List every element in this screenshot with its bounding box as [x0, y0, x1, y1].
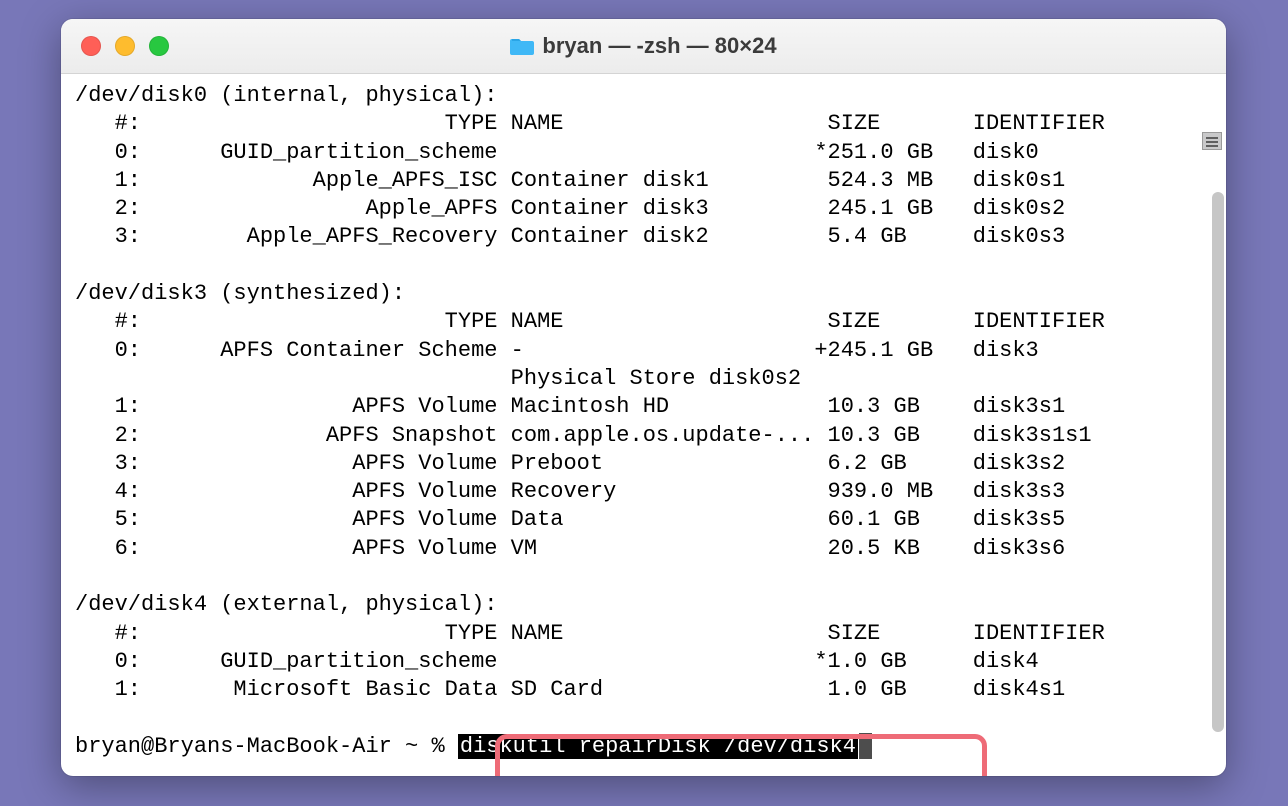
table-row: 2: APFS Snapshot com.apple.os.update-...… — [75, 423, 1092, 448]
table-row: 3: Apple_APFS_Recovery Container disk2 5… — [75, 224, 1065, 249]
table-row: 1: Microsoft Basic Data SD Card 1.0 GB d… — [75, 677, 1065, 702]
disk4-header: /dev/disk4 (external, physical): — [75, 592, 497, 617]
disk3-header: /dev/disk3 (synthesized): — [75, 281, 405, 306]
window-title: bryan — -zsh — 80×24 — [542, 33, 776, 59]
scrollbar[interactable] — [1210, 152, 1226, 757]
table-row: 0: GUID_partition_scheme *1.0 GB disk4 — [75, 649, 1039, 674]
scrollbar-thumb[interactable] — [1212, 192, 1224, 732]
table-row: 6: APFS Volume VM 20.5 KB disk3s6 — [75, 536, 1065, 561]
prompt-prefix: bryan@Bryans-MacBook-Air ~ % — [75, 734, 458, 759]
minimize-button[interactable] — [115, 36, 135, 56]
cursor — [859, 733, 872, 759]
zoom-button[interactable] — [149, 36, 169, 56]
terminal-output[interactable]: /dev/disk0 (internal, physical): #: TYPE… — [61, 74, 1226, 769]
terminal-content[interactable]: /dev/disk0 (internal, physical): #: TYPE… — [61, 74, 1226, 769]
disk0-columns: #: TYPE NAME SIZE IDENTIFIER — [75, 111, 1105, 136]
command-text[interactable]: diskutil repairDisk /dev/disk4 — [458, 734, 858, 759]
table-row: 1: Apple_APFS_ISC Container disk1 524.3 … — [75, 168, 1065, 193]
titlebar[interactable]: bryan — -zsh — 80×24 — [61, 19, 1226, 74]
scroll-menu-icon[interactable] — [1202, 132, 1222, 150]
disk0-header: /dev/disk0 (internal, physical): — [75, 83, 497, 108]
table-row: 3: APFS Volume Preboot 6.2 GB disk3s2 — [75, 451, 1065, 476]
table-row: 4: APFS Volume Recovery 939.0 MB disk3s3 — [75, 479, 1065, 504]
table-row: Physical Store disk0s2 — [75, 366, 801, 391]
disk3-columns: #: TYPE NAME SIZE IDENTIFIER — [75, 309, 1105, 334]
table-row: 5: APFS Volume Data 60.1 GB disk3s5 — [75, 507, 1065, 532]
terminal-window: bryan — -zsh — 80×24 /dev/disk0 (interna… — [61, 19, 1226, 776]
table-row: 2: Apple_APFS Container disk3 245.1 GB d… — [75, 196, 1065, 221]
table-row: 1: APFS Volume Macintosh HD 10.3 GB disk… — [75, 394, 1065, 419]
close-button[interactable] — [81, 36, 101, 56]
folder-icon — [510, 36, 534, 56]
table-row: 0: GUID_partition_scheme *251.0 GB disk0 — [75, 140, 1039, 165]
table-row: 0: APFS Container Scheme - +245.1 GB dis… — [75, 338, 1039, 363]
disk4-columns: #: TYPE NAME SIZE IDENTIFIER — [75, 621, 1105, 646]
traffic-lights — [81, 36, 169, 56]
